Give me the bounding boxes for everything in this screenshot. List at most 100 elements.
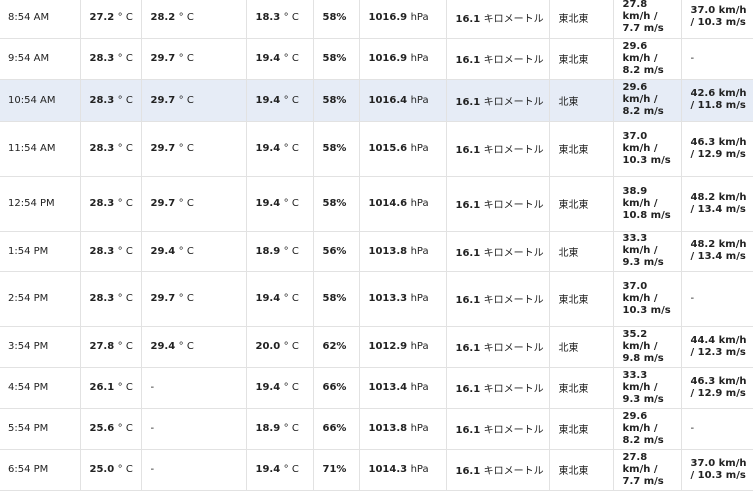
heat-index-cell: 28.2 ° C — [141, 0, 247, 39]
dew-point-cell: 19.4 ° C — [246, 449, 314, 491]
temperature-cell: 28.3 ° C — [80, 121, 142, 177]
wind-direction-cell: 東北東 — [549, 271, 614, 327]
gust-speed-cell: 46.3 km/h / 12.9 m/s — [681, 367, 753, 409]
wind-direction-cell: 東北東 — [549, 176, 614, 232]
humidity-cell: 66% — [313, 408, 360, 450]
temperature-cell: 27.2 ° C — [80, 0, 142, 39]
wind-speed-cell: 37.0 km/h / 10.3 m/s — [613, 121, 682, 177]
humidity-cell: 58% — [313, 271, 360, 327]
visibility-cell: 16.1 キロメートル — [446, 121, 550, 177]
gust-speed-cell: 44.4 km/h / 12.3 m/s — [681, 326, 753, 368]
pressure-cell: 1013.3 hPa — [359, 271, 447, 327]
wind-direction-cell: 東北東 — [549, 121, 614, 177]
time-cell: 11:54 AM — [0, 121, 81, 177]
humidity-cell: 66% — [313, 367, 360, 409]
wind-direction-cell: 東北東 — [549, 408, 614, 450]
table-row: 11:54 AM 28.3 ° C 29.7 ° C 19.4 ° C 58% 1015.… — [0, 121, 753, 177]
table-row: 10:54 AM 28.3 ° C 29.7 ° C 19.4 ° C 58% 1016.… — [0, 79, 753, 122]
dew-point-cell: 19.4 ° C — [246, 38, 314, 80]
wind-direction-cell: 東北東 — [549, 38, 614, 80]
wind-speed-cell: 29.6 km/h / 8.2 m/s — [613, 408, 682, 450]
wind-speed-cell: 29.6 km/h / 8.2 m/s — [613, 79, 682, 122]
gust-speed-cell: 37.0 km/h / 10.3 m/s — [681, 449, 753, 491]
temperature-cell: 28.3 ° C — [80, 231, 142, 272]
table-row: 2:54 PM 28.3 ° C 29.7 ° C 19.4 ° C 58% 1013.3… — [0, 271, 753, 327]
dew-point-cell: 18.3 ° C — [246, 0, 314, 39]
humidity-cell: 58% — [313, 79, 360, 122]
wind-direction-cell: 東北東 — [549, 367, 614, 409]
gust-speed-cell: 37.0 km/h / 10.3 m/s — [681, 0, 753, 39]
visibility-cell: 16.1 キロメートル — [446, 367, 550, 409]
temperature-cell: 28.3 ° C — [80, 79, 142, 122]
heat-index-cell: - — [141, 367, 247, 409]
table-row: 5:54 PM 25.6 ° C -18.9 ° C 66% 1013.8 hPa 16.… — [0, 408, 753, 450]
pressure-cell: 1013.4 hPa — [359, 367, 447, 409]
heat-index-cell: 29.7 ° C — [141, 271, 247, 327]
table-row: 12:54 PM 28.3 ° C 29.7 ° C 19.4 ° C 58% 1014.… — [0, 176, 753, 232]
time-cell: 12:54 PM — [0, 176, 81, 232]
pressure-cell: 1013.8 hPa — [359, 408, 447, 450]
gust-speed-cell: 42.6 km/h / 11.8 m/s — [681, 79, 753, 122]
table-row: 3:54 PM 27.8 ° C 29.4 ° C 20.0 ° C 62% 1012.9… — [0, 326, 753, 368]
heat-index-cell: 29.7 ° C — [141, 176, 247, 232]
humidity-cell: 58% — [313, 176, 360, 232]
visibility-cell: 16.1 キロメートル — [446, 176, 550, 232]
dew-point-cell: 18.9 ° C — [246, 408, 314, 450]
table-row: 8:54 AM 27.2 ° C 28.2 ° C 18.3 ° C 58% 1016.9… — [0, 0, 753, 39]
dew-point-cell: 19.4 ° C — [246, 367, 314, 409]
gust-speed-cell: - — [681, 408, 753, 450]
time-cell: 9:54 AM — [0, 38, 81, 80]
hourly-weather-table: 8:54 AM 27.2 ° C 28.2 ° C 18.3 ° C 58% 1016.9… — [0, 0, 753, 491]
humidity-cell: 56% — [313, 231, 360, 272]
pressure-cell: 1014.6 hPa — [359, 176, 447, 232]
heat-index-cell: 29.7 ° C — [141, 38, 247, 80]
gust-speed-cell: - — [681, 271, 753, 327]
table-row: 6:54 PM 25.0 ° C -19.4 ° C 71% 1014.3 hPa 16.… — [0, 449, 753, 491]
visibility-cell: 16.1 キロメートル — [446, 231, 550, 272]
wind-speed-cell: 38.9 km/h / 10.8 m/s — [613, 176, 682, 232]
wind-speed-cell: 35.2 km/h / 9.8 m/s — [613, 326, 682, 368]
temperature-cell: 28.3 ° C — [80, 176, 142, 232]
visibility-cell: 16.1 キロメートル — [446, 326, 550, 368]
visibility-cell: 16.1 キロメートル — [446, 271, 550, 327]
time-cell: 4:54 PM — [0, 367, 81, 409]
wind-speed-cell: 27.8 km/h / 7.7 m/s — [613, 0, 682, 39]
temperature-cell: 28.3 ° C — [80, 38, 142, 80]
gust-speed-cell: 46.3 km/h / 12.9 m/s — [681, 121, 753, 177]
gust-speed-cell: - — [681, 38, 753, 80]
wind-direction-cell: 北東 — [549, 231, 614, 272]
dew-point-cell: 19.4 ° C — [246, 271, 314, 327]
time-cell: 5:54 PM — [0, 408, 81, 450]
pressure-cell: 1013.8 hPa — [359, 231, 447, 272]
humidity-cell: 58% — [313, 121, 360, 177]
heat-index-cell: 29.7 ° C — [141, 79, 247, 122]
pressure-cell: 1016.9 hPa — [359, 0, 447, 39]
heat-index-cell: 29.7 ° C — [141, 121, 247, 177]
pressure-cell: 1016.9 hPa — [359, 38, 447, 80]
pressure-cell: 1012.9 hPa — [359, 326, 447, 368]
humidity-cell: 58% — [313, 38, 360, 80]
table-row: 9:54 AM 28.3 ° C 29.7 ° C 19.4 ° C 58% 1016.9… — [0, 38, 753, 80]
visibility-cell: 16.1 キロメートル — [446, 408, 550, 450]
heat-index-cell: 29.4 ° C — [141, 326, 247, 368]
dew-point-cell: 18.9 ° C — [246, 231, 314, 272]
gust-speed-cell: 48.2 km/h / 13.4 m/s — [681, 176, 753, 232]
time-cell: 10:54 AM — [0, 79, 81, 122]
time-cell: 3:54 PM — [0, 326, 81, 368]
time-cell: 8:54 AM — [0, 0, 81, 39]
visibility-cell: 16.1 キロメートル — [446, 449, 550, 491]
heat-index-cell: - — [141, 449, 247, 491]
temperature-cell: 27.8 ° C — [80, 326, 142, 368]
heat-index-cell: - — [141, 408, 247, 450]
temperature-cell: 25.6 ° C — [80, 408, 142, 450]
temperature-cell: 28.3 ° C — [80, 271, 142, 327]
time-cell: 1:54 PM — [0, 231, 81, 272]
wind-speed-cell: 29.6 km/h / 8.2 m/s — [613, 38, 682, 80]
time-cell: 2:54 PM — [0, 271, 81, 327]
visibility-cell: 16.1 キロメートル — [446, 0, 550, 39]
wind-direction-cell: 東北東 — [549, 449, 614, 491]
gust-speed-cell: 48.2 km/h / 13.4 m/s — [681, 231, 753, 272]
wind-speed-cell: 33.3 km/h / 9.3 m/s — [613, 231, 682, 272]
pressure-cell: 1015.6 hPa — [359, 121, 447, 177]
dew-point-cell: 20.0 ° C — [246, 326, 314, 368]
